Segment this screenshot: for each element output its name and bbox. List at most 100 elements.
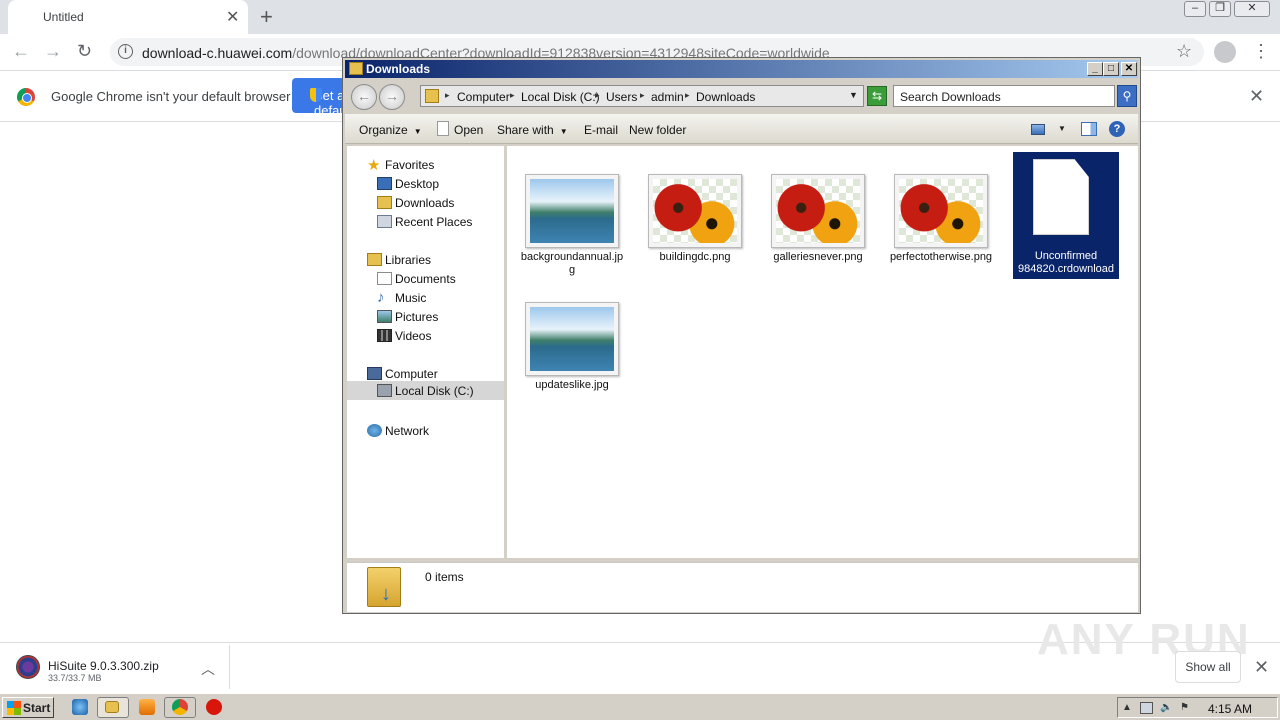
nav-downloads[interactable]: Downloads	[395, 196, 454, 210]
nav-documents[interactable]: Documents	[395, 272, 456, 286]
chrome-tab-strip: Untitled ✕ + – ❐ ✕	[0, 0, 1280, 34]
tray-expand-icon[interactable]: ▲	[1122, 702, 1135, 714]
nav-libraries[interactable]: Libraries	[385, 253, 431, 267]
breadcrumb-separator-icon[interactable]: ▸	[640, 90, 645, 101]
email-button[interactable]: E-mail	[584, 123, 618, 137]
chrome-logo-icon	[17, 88, 35, 106]
explorer-back-icon[interactable]: ←	[351, 84, 377, 110]
internet-explorer-icon[interactable]	[72, 699, 88, 715]
help-icon[interactable]: ?	[1109, 121, 1125, 137]
music-note-icon: ♪	[377, 289, 385, 306]
profile-avatar-icon[interactable]	[1214, 41, 1236, 63]
breadcrumb-users[interactable]: Users	[606, 90, 637, 104]
share-with-button[interactable]: Share with ▼	[497, 123, 568, 137]
explorer-command-bar: Organize ▼ Open Share with ▼ E-mail New fo…	[345, 114, 1138, 144]
bookmark-star-icon[interactable]: ☆	[1176, 41, 1192, 62]
explorer-forward-icon[interactable]: →	[379, 84, 405, 110]
breadcrumb-computer[interactable]: Computer	[457, 90, 510, 104]
restore-icon[interactable]: ❐	[1209, 1, 1231, 17]
explorer-search-input[interactable]: Search Downloads	[893, 85, 1115, 107]
show-all-button[interactable]: Show all	[1175, 651, 1241, 683]
new-tab-icon[interactable]: +	[260, 4, 273, 30]
nav-favorites[interactable]: Favorites	[385, 158, 434, 172]
organize-label: Organize	[359, 123, 408, 137]
explorer-address-bar[interactable]: ▸ Computer ▸ Local Disk (C:) ▸ Users ▸ a…	[420, 85, 864, 107]
archive-file-icon	[16, 655, 40, 679]
landscape-image-icon	[530, 307, 614, 371]
shelf-close-icon[interactable]: ✕	[1254, 657, 1269, 678]
media-player-icon[interactable]	[139, 699, 155, 715]
action-center-flag-icon[interactable]: ⚑	[1180, 702, 1193, 714]
stop-icon[interactable]	[206, 699, 222, 715]
image-thumbnail	[648, 174, 742, 248]
forward-arrow-icon[interactable]: →	[44, 41, 62, 62]
nav-music[interactable]: Music	[395, 291, 426, 305]
breadcrumb-downloads[interactable]: Downloads	[696, 90, 755, 104]
open-button[interactable]: Open	[454, 123, 483, 137]
download-file-name: HiSuite 9.0.3.300.zip	[48, 659, 159, 673]
url-host: download-c.huawei.com	[142, 45, 293, 61]
flower-image-icon	[776, 179, 860, 243]
chevron-down-icon: ▼	[413, 127, 422, 136]
site-info-icon[interactable]: i	[118, 44, 133, 59]
preview-pane-icon[interactable]	[1081, 122, 1097, 136]
reload-icon[interactable]: ↻	[77, 41, 92, 62]
file-list-pane: backgroundannual.jpg buildingdc.png gall…	[507, 146, 1138, 558]
breadcrumb-separator-icon[interactable]: ▸	[445, 90, 450, 101]
minimize-icon[interactable]: –	[1184, 1, 1206, 17]
file-name: perfectotherwise.png	[889, 251, 993, 263]
pictures-icon	[377, 310, 392, 323]
change-view-icon[interactable]	[1031, 124, 1045, 135]
breadcrumb-admin[interactable]: admin	[651, 90, 684, 104]
network-tray-icon[interactable]	[1140, 702, 1153, 714]
nav-local-disk-row[interactable]: Local Disk (C:)	[347, 381, 504, 400]
breadcrumb-separator-icon[interactable]: ▸	[595, 90, 600, 101]
nav-recent-places[interactable]: Recent Places	[395, 215, 472, 229]
breadcrumb-separator-icon[interactable]: ▸	[510, 90, 515, 101]
breadcrumb-separator-icon[interactable]: ▸	[685, 90, 690, 101]
nav-network[interactable]: Network	[385, 424, 429, 438]
back-arrow-icon[interactable]: ←	[12, 41, 30, 62]
details-pane: ↓ 0 items	[347, 562, 1138, 612]
share-with-label: Share with	[497, 123, 554, 137]
explorer-close-icon[interactable]: ✕	[1121, 62, 1137, 76]
nav-pictures[interactable]: Pictures	[395, 310, 438, 324]
nav-computer[interactable]: Computer	[385, 367, 438, 381]
taskbar-clock[interactable]: 4:15 AM	[1208, 702, 1252, 716]
download-shelf: HiSuite 9.0.3.300.zip 33.7/33.7 MB ︿ ANY…	[0, 615, 1280, 692]
nav-videos[interactable]: Videos	[395, 329, 431, 343]
file-item-selected[interactable]: Unconfirmed 984820.crdownload	[1013, 152, 1119, 279]
organize-button[interactable]: Organize ▼	[359, 123, 422, 137]
nav-desktop[interactable]: Desktop	[395, 177, 439, 191]
chevron-up-icon[interactable]: ︿	[201, 659, 215, 679]
close-window-icon[interactable]: ✕	[1234, 1, 1270, 17]
address-history-dropdown-icon[interactable]: ▼	[849, 90, 858, 100]
folder-icon	[349, 62, 363, 75]
explorer-maximize-icon[interactable]: □	[1103, 62, 1119, 76]
volume-icon[interactable]: 🔈	[1160, 702, 1173, 714]
file-name: backgroundannual.jpg	[520, 251, 624, 276]
new-folder-button[interactable]: New folder	[629, 123, 686, 137]
system-tray: ▲ 🔈 ⚑ 4:15 AM	[1117, 697, 1278, 718]
chrome-menu-icon[interactable]: ⋮	[1252, 41, 1270, 62]
browser-tab[interactable]: Untitled ✕	[8, 0, 248, 34]
uac-shield-icon	[310, 88, 322, 102]
windows-taskbar: Start ▲ 🔈 ⚑ 4:15 AM	[0, 693, 1280, 720]
computer-icon	[367, 367, 382, 380]
tab-close-icon[interactable]: ✕	[226, 7, 239, 27]
breadcrumb-local-disk[interactable]: Local Disk (C:)	[521, 90, 600, 104]
download-item[interactable]: HiSuite 9.0.3.300.zip 33.7/33.7 MB ︿	[6, 645, 230, 689]
explorer-minimize-icon[interactable]: _	[1087, 62, 1103, 76]
downloads-folder-icon	[377, 196, 392, 209]
chevron-down-icon: ▼	[559, 127, 568, 136]
hard-disk-icon	[377, 384, 392, 397]
explorer-title: Downloads	[366, 62, 431, 76]
navigation-pane: ★ Favorites Desktop Downloads Recent Pla…	[347, 146, 504, 558]
videos-icon	[377, 329, 392, 342]
start-button[interactable]: Start	[2, 697, 54, 718]
chevron-down-icon[interactable]: ▼	[1058, 124, 1066, 133]
infobar-close-icon[interactable]: ✕	[1249, 86, 1264, 107]
search-icon[interactable]: ⚲	[1117, 85, 1137, 107]
explorer-refresh-icon[interactable]: ⇆	[867, 86, 887, 106]
explorer-title-bar[interactable]: Downloads _ □ ✕	[345, 60, 1138, 78]
